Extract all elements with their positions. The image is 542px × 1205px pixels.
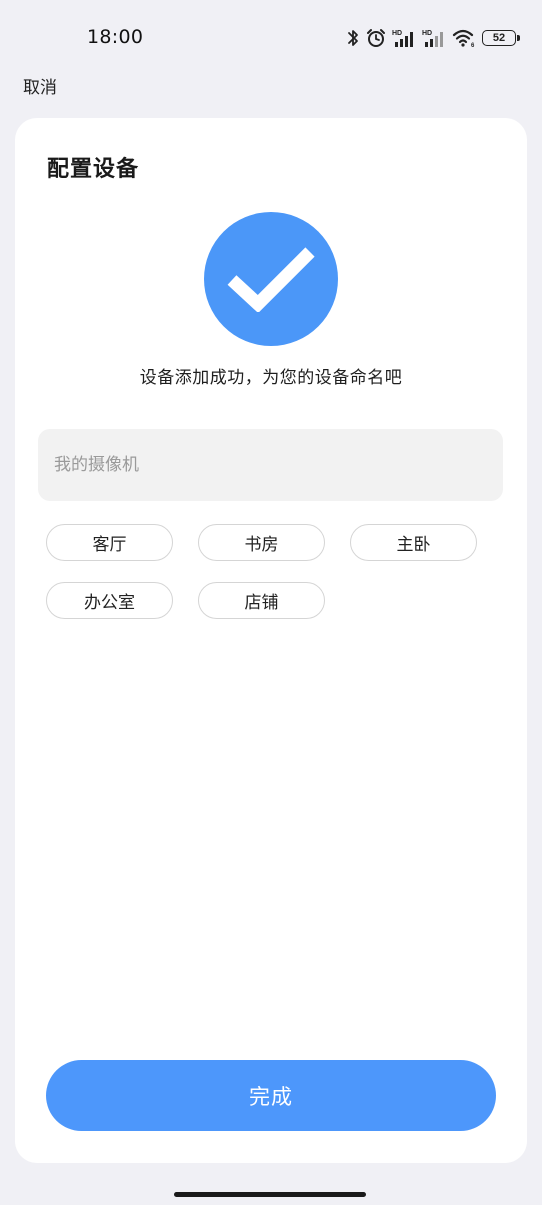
success-badge (204, 212, 338, 346)
name-chip-living-room[interactable]: 客厅 (46, 524, 173, 561)
alarm-icon (366, 28, 386, 48)
success-message: 设备添加成功，为您的设备命名吧 (139, 368, 403, 388)
svg-text:HD: HD (392, 30, 402, 37)
hd-signal-icon: HD (422, 28, 446, 48)
page-title: 配置设备 (47, 157, 140, 182)
done-button[interactable]: 完成 (46, 1060, 496, 1131)
status-time: 18:00 (87, 26, 144, 48)
battery-level: 52 (492, 32, 506, 44)
svg-text:6: 6 (471, 43, 475, 48)
battery-icon: 52 (482, 30, 520, 46)
name-chip-office[interactable]: 办公室 (46, 582, 173, 619)
checkmark-icon (226, 242, 316, 316)
wifi-icon: 6 (452, 28, 476, 48)
name-chip-shop[interactable]: 店铺 (198, 582, 325, 619)
name-chip-master-bedroom[interactable]: 主卧 (350, 524, 477, 561)
name-chip-study[interactable]: 书房 (198, 524, 325, 561)
status-bar: 18:00 HD HD 6 52 (0, 0, 542, 72)
svg-text:HD: HD (422, 30, 432, 37)
status-icons: HD HD 6 52 (346, 24, 520, 52)
bluetooth-icon (346, 28, 360, 48)
device-name-input[interactable] (38, 429, 503, 501)
hd-signal-icon: HD (392, 28, 416, 48)
cancel-button[interactable]: 取消 (23, 73, 57, 98)
configure-device-card: 配置设备 设备添加成功，为您的设备命名吧 客厅 书房 主卧 办公室 店铺 完成 (15, 118, 527, 1163)
home-indicator[interactable] (174, 1192, 366, 1197)
